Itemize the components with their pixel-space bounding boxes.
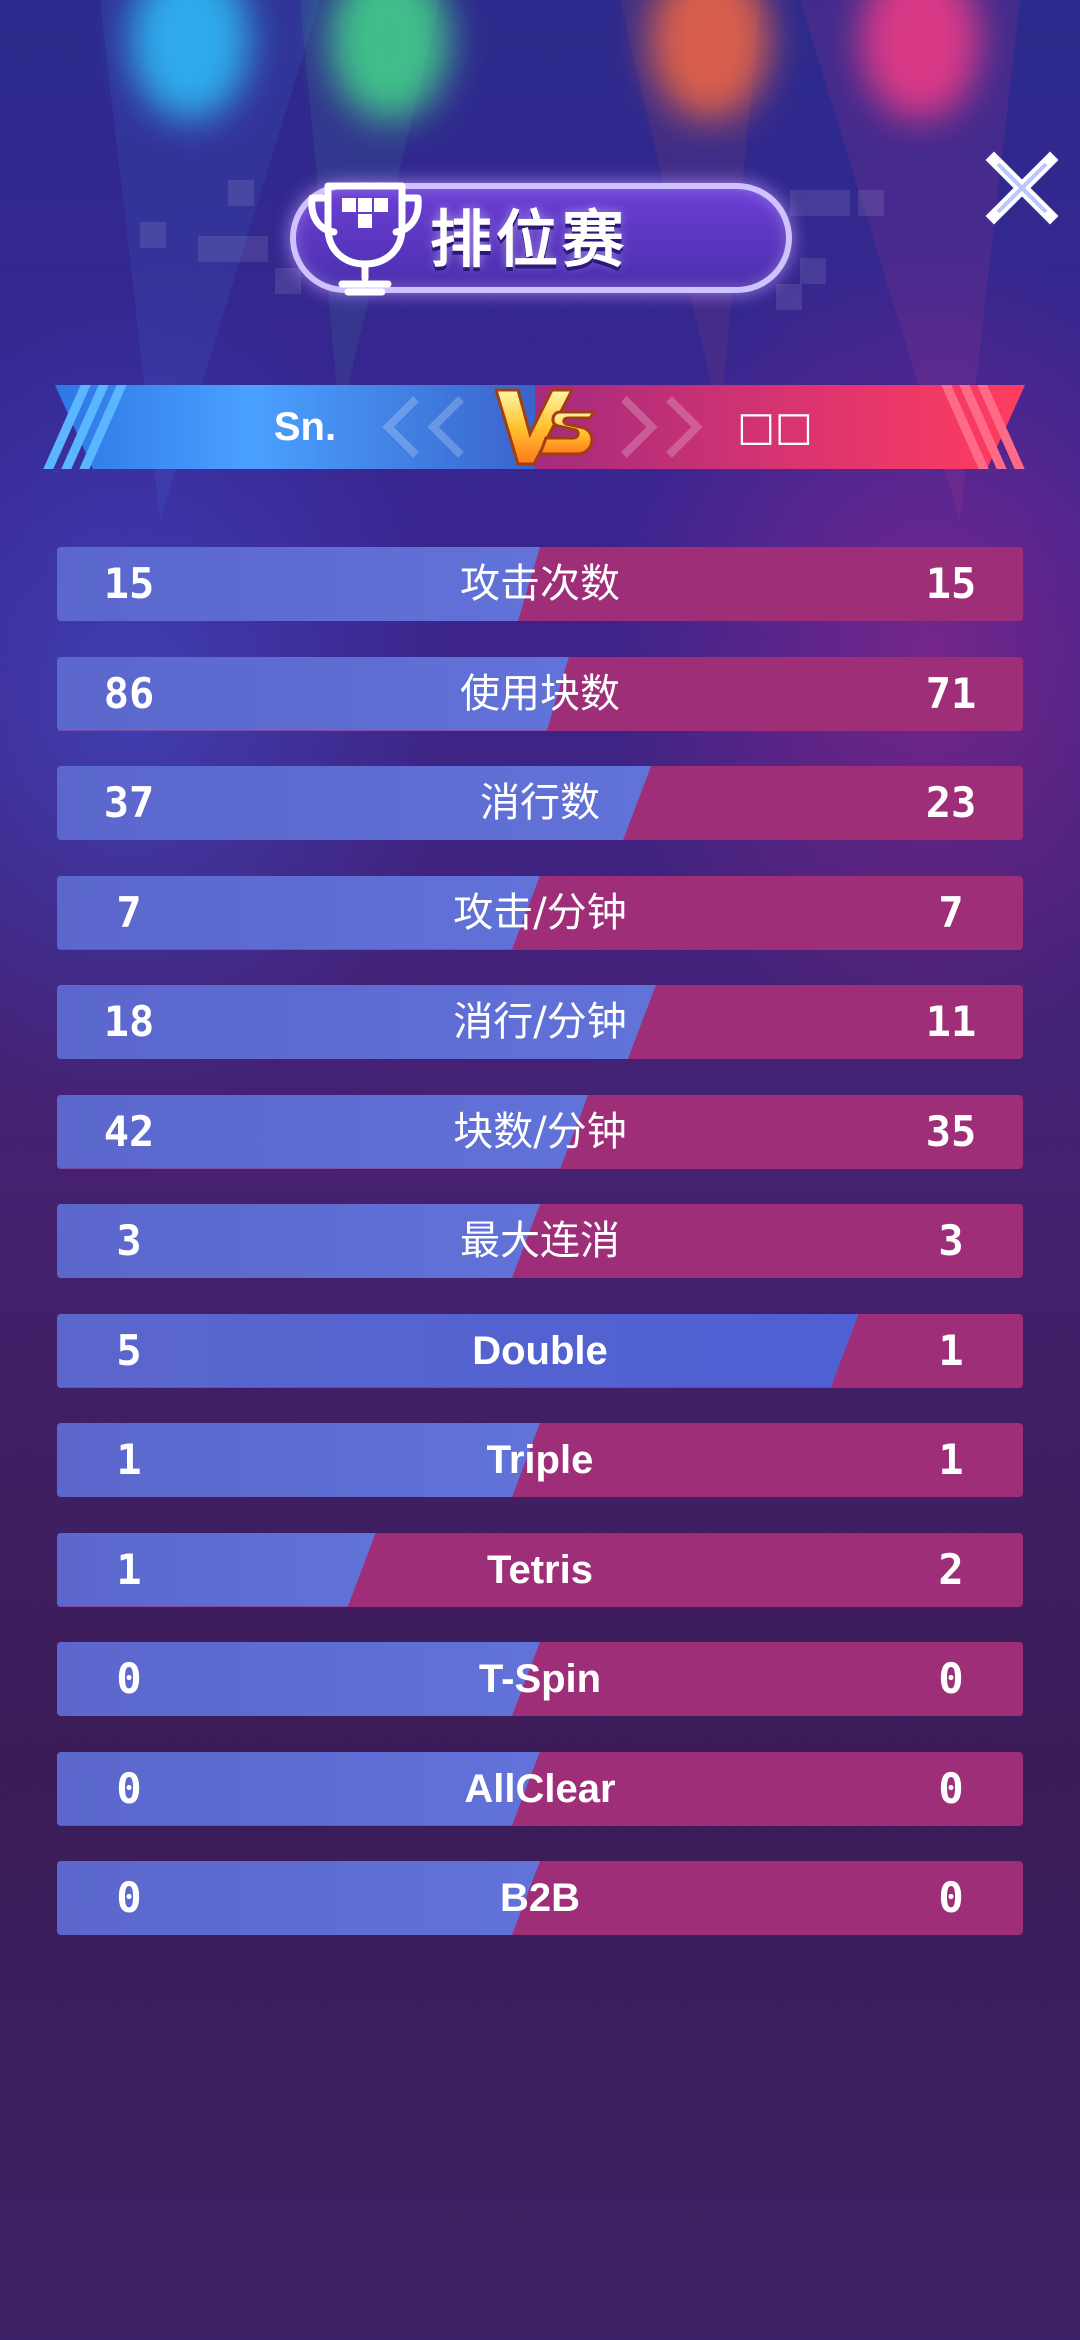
stat-row-attacks: 攻击次数 15 15 (57, 547, 1023, 621)
chevron-left-icon (427, 396, 464, 458)
stats-table: 攻击次数 15 15 使用块数 86 71 消行数 37 23 攻击/分钟 7 … (57, 547, 1023, 1971)
left-value: 1 (116, 1544, 142, 1594)
right-value: 1 (938, 1435, 964, 1484)
left-value: 37 (103, 778, 155, 827)
left-value: 18 (103, 997, 155, 1046)
right-value: 0 (938, 1763, 964, 1813)
right-value: 15 (925, 559, 977, 608)
stat-label: T-Spin (478, 1657, 602, 1701)
right-value: 23 (925, 778, 977, 827)
page-title: 排位赛 (430, 203, 629, 276)
stat-label: Double (472, 1328, 608, 1373)
stat-row-tspin: T-Spin 0 0 (57, 1642, 1023, 1716)
left-value: 0 (116, 1763, 142, 1813)
close-icon[interactable] (984, 150, 1060, 226)
right-value: 1 (938, 1325, 964, 1375)
stat-label: 块数/分钟 (453, 1108, 627, 1155)
right-value: 7 (938, 887, 964, 937)
right-value: 71 (925, 668, 977, 718)
left-value: 86 (103, 668, 155, 718)
vs-icon (493, 388, 597, 466)
right-player-name: □□ (737, 404, 813, 450)
left-value: 0 (116, 1873, 142, 1922)
left-value: 3 (116, 1216, 142, 1265)
stat-row-tetris: Tetris 1 2 (57, 1532, 1023, 1607)
stat-row-pieces: 使用块数 86 71 (57, 656, 1023, 731)
right-value: 11 (925, 997, 977, 1046)
stat-label: Triple (486, 1438, 594, 1482)
right-value: 0 (938, 1873, 964, 1922)
stat-row-lines: 消行数 37 23 (57, 766, 1023, 840)
stat-row-triple: Triple 1 1 (57, 1423, 1023, 1497)
chevron-right-icon (621, 396, 658, 458)
left-value: 7 (116, 887, 142, 937)
stat-row-lpm: 消行/分钟 18 11 (57, 985, 1023, 1059)
stat-label: 最大连消 (460, 1218, 620, 1264)
left-player-name: Sn. (273, 405, 337, 449)
stat-label: AllClear (464, 1766, 616, 1811)
stat-label: B2B (499, 1876, 581, 1920)
left-value: 0 (116, 1654, 142, 1703)
stat-label: 使用块数 (460, 670, 620, 717)
stat-label: 消行/分钟 (453, 999, 627, 1045)
left-value: 1 (116, 1435, 142, 1484)
stat-label: 消行数 (480, 780, 600, 826)
stat-label: 攻击次数 (460, 561, 620, 607)
stat-row-ppm: 块数/分钟 42 35 (57, 1094, 1023, 1169)
stat-row-max-combo: 最大连消 3 3 (57, 1204, 1023, 1278)
left-value: 15 (103, 559, 155, 608)
stat-label: 攻击/分钟 (453, 889, 627, 936)
stat-row-b2b: B2B 0 0 (57, 1861, 1023, 1935)
left-value: 42 (103, 1106, 155, 1156)
right-value: 3 (938, 1216, 964, 1265)
trophy-icon (308, 182, 422, 296)
right-value: 0 (938, 1654, 964, 1703)
stat-row-allclear: AllClear 0 0 (57, 1751, 1023, 1826)
right-value: 2 (938, 1544, 964, 1594)
stat-row-double: Double 5 1 (57, 1313, 1023, 1388)
right-value: 35 (925, 1106, 977, 1156)
left-value: 5 (116, 1325, 142, 1375)
stat-row-apm: 攻击/分钟 7 7 (57, 875, 1023, 950)
stat-label: Tetris (487, 1547, 593, 1592)
